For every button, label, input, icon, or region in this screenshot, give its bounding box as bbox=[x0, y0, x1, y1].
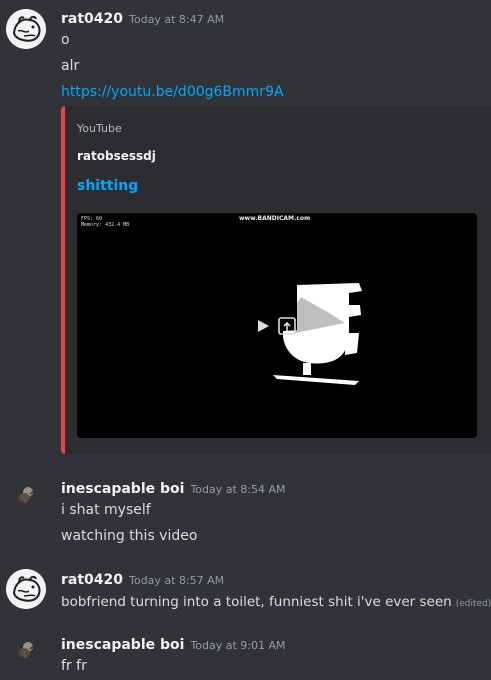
message-text: watching this video bbox=[61, 528, 198, 544]
avatar[interactable] bbox=[6, 476, 46, 516]
edited-label: (edited) bbox=[455, 599, 491, 609]
timestamp: Today at 8:54 AM bbox=[190, 483, 286, 496]
timestamp: Today at 8:47 AM bbox=[129, 13, 225, 26]
rat-avatar-icon bbox=[6, 569, 46, 609]
message-link[interactable]: https://youtu.be/d00g6Bmmr9A bbox=[61, 84, 284, 100]
message-text: alr bbox=[61, 58, 80, 74]
spider-avatar-icon bbox=[7, 485, 45, 513]
username[interactable]: rat0420 bbox=[61, 11, 123, 27]
embed-provider[interactable]: YouTube bbox=[77, 122, 122, 135]
rat-avatar-icon bbox=[6, 9, 46, 49]
username[interactable]: inescapable boi bbox=[61, 637, 184, 653]
video-thumbnail[interactable]: FPS: 60 Memory: 432.4 MB www.BANDICAM.co… bbox=[77, 213, 477, 438]
youtube-embed: YouTube ratobsessdj shitting FPS: 60 Mem… bbox=[61, 106, 491, 454]
external-link-icon[interactable] bbox=[277, 316, 297, 336]
message-text: i shat myself bbox=[61, 502, 151, 518]
play-icon[interactable] bbox=[255, 318, 271, 334]
message-text: bobfriend turning into a toilet, funnies… bbox=[61, 594, 452, 610]
embed-title[interactable]: shitting bbox=[77, 178, 138, 194]
timestamp: Today at 9:01 AM bbox=[190, 639, 286, 652]
avatar[interactable] bbox=[6, 569, 46, 609]
username[interactable]: inescapable boi bbox=[61, 481, 184, 497]
username[interactable]: rat0420 bbox=[61, 572, 123, 588]
timestamp: Today at 8:57 AM bbox=[129, 574, 225, 587]
embed-author[interactable]: ratobsessdj bbox=[77, 149, 156, 163]
message-text: o bbox=[61, 32, 70, 48]
avatar[interactable] bbox=[6, 9, 46, 49]
avatar[interactable] bbox=[6, 631, 46, 671]
message-text: fr fr bbox=[61, 658, 87, 674]
spider-avatar-icon bbox=[7, 640, 45, 668]
